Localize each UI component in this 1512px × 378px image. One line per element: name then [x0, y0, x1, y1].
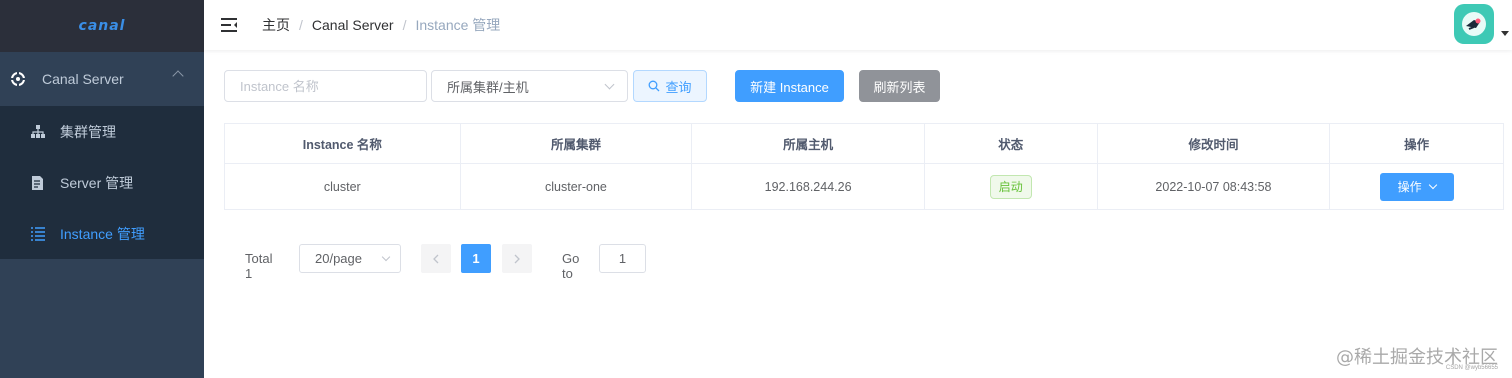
- breadcrumb-separator: /: [299, 17, 303, 33]
- column-header: 操作: [1330, 124, 1504, 164]
- sitemap-icon: [30, 124, 46, 140]
- cell-modified-time: 2022-10-07 08:43:58: [1098, 164, 1331, 209]
- prev-page-button[interactable]: [421, 244, 451, 273]
- breadcrumb-separator: /: [402, 17, 407, 33]
- breadcrumb-canal-server[interactable]: Canal Server: [312, 17, 394, 33]
- sidebar: canal Canal Server 集群管理 Server 管理 Instan…: [0, 0, 204, 378]
- breadcrumb-current: Instance 管理: [415, 17, 501, 33]
- query-button-label: 查询: [665, 79, 692, 95]
- column-header: 状态: [924, 124, 1098, 164]
- refresh-list-button-label: 刷新列表: [873, 79, 926, 95]
- chevron-down-icon: [1428, 180, 1437, 190]
- breadcrumb: 主页 / Canal Server / Instance 管理: [262, 15, 500, 35]
- instance-name-input[interactable]: [224, 70, 427, 102]
- cell-host: 192.168.244.26: [692, 164, 925, 209]
- submenu: 集群管理 Server 管理 Instance 管理: [0, 106, 204, 259]
- sidebar-item-instance[interactable]: Instance 管理: [0, 208, 204, 259]
- pagination-total: Total 1: [245, 251, 273, 281]
- cluster-host-select[interactable]: 所属集群/主机: [431, 70, 628, 102]
- sidebar-item-label: Instance 管理: [60, 225, 145, 242]
- menu-canal-server-label: Canal Server: [42, 71, 124, 87]
- page-size-select[interactable]: 20/page: [299, 244, 401, 273]
- watermark-sub: CSDN @wyb56655: [1445, 365, 1498, 371]
- next-page-button[interactable]: [502, 244, 532, 273]
- refresh-list-button[interactable]: 刷新列表: [859, 70, 940, 102]
- goto-label: Go to: [562, 251, 580, 281]
- table-row: cluster cluster-one 192.168.244.26 启动 20…: [225, 164, 1503, 209]
- breadcrumb-home[interactable]: 主页: [262, 15, 290, 35]
- status-badge: 启动: [989, 174, 1032, 199]
- column-header: 所属主机: [692, 124, 925, 164]
- avatar[interactable]: [1454, 4, 1494, 44]
- instance-table: Instance 名称 所属集群 所属主机 状态 修改时间 操作 cluster…: [224, 123, 1504, 210]
- chevron-up-icon: [172, 70, 184, 82]
- new-instance-button[interactable]: 新建 Instance: [735, 70, 844, 102]
- column-header: 所属集群: [460, 124, 693, 164]
- page-size-value: 20/page: [315, 251, 362, 266]
- column-header: Instance 名称: [225, 124, 461, 164]
- action-dropdown-button[interactable]: 操作: [1379, 172, 1454, 201]
- new-instance-button-label: 新建 Instance: [750, 79, 829, 95]
- cluster-host-select-value: 所属集群/主机: [447, 79, 529, 95]
- table-header-row: Instance 名称 所属集群 所属主机 状态 修改时间 操作: [225, 124, 1504, 164]
- column-header: 修改时间: [1097, 124, 1331, 164]
- caret-down-icon[interactable]: [1501, 31, 1509, 36]
- avatar-image: [1462, 12, 1486, 36]
- top-navbar: 主页 / Canal Server / Instance 管理: [204, 0, 1512, 50]
- action-dropdown-label: 操作: [1397, 180, 1422, 194]
- cell-cluster: cluster-one: [461, 164, 693, 209]
- chevron-left-icon: [433, 254, 439, 263]
- sidebar-item-label: Server 管理: [60, 174, 134, 191]
- cell-actions: 操作: [1330, 164, 1503, 209]
- goto-page-input[interactable]: 1: [599, 244, 646, 273]
- page-number-button[interactable]: 1: [461, 244, 491, 273]
- sidebar-item-server[interactable]: Server 管理: [0, 157, 204, 208]
- cell-status: 启动: [925, 164, 1098, 209]
- chevron-down-icon: [381, 252, 391, 262]
- canal-server-icon: [10, 71, 26, 87]
- logo-bar: canal: [0, 0, 204, 52]
- hamburger-icon[interactable]: [220, 16, 238, 34]
- document-icon: [30, 175, 46, 191]
- sidebar-item-clusters[interactable]: 集群管理: [0, 106, 204, 157]
- app-logo[interactable]: canal: [79, 18, 126, 34]
- cell-instance-name: cluster: [225, 164, 461, 209]
- list-icon: [30, 226, 46, 242]
- query-button[interactable]: 查询: [633, 70, 707, 102]
- menu-canal-server[interactable]: Canal Server: [0, 52, 204, 106]
- sidebar-item-label: 集群管理: [60, 123, 116, 140]
- chevron-right-icon: [514, 254, 520, 263]
- search-icon: [649, 80, 660, 92]
- chevron-down-icon: [604, 79, 615, 90]
